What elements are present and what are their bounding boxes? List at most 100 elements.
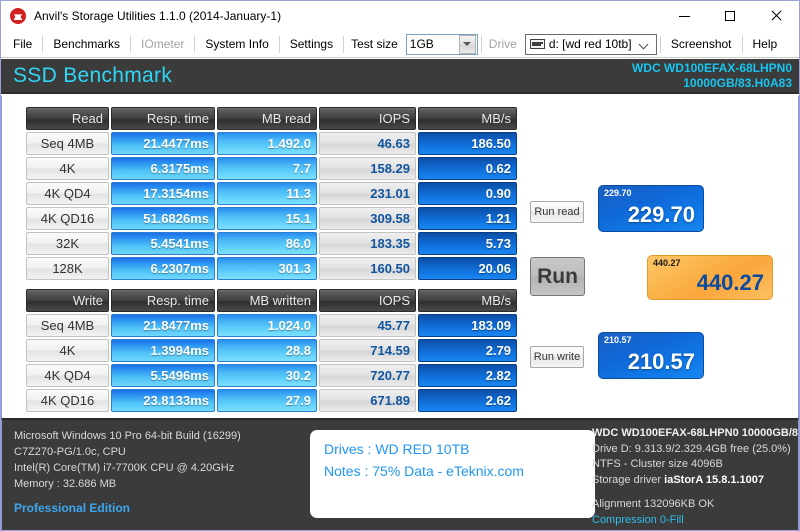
table-row: 4K QD4 17.3154ms 11.3 231.01 0.90 <box>26 182 517 205</box>
table-row: 32K 5.4541ms 86.0 183.35 5.73 <box>26 232 517 255</box>
cell-mbs: 20.06 <box>418 257 517 280</box>
drive-label: Drive <box>488 37 517 51</box>
row-label: Seq 4MB <box>26 314 109 337</box>
menu-divider <box>659 35 661 53</box>
system-cpu: Intel(R) Core(TM) i7-7700K CPU @ 4.20GHz <box>14 462 235 474</box>
drive-icon <box>529 39 545 49</box>
read-score-box: 229.70 229.70 <box>598 185 704 232</box>
anvil-storage-utilities-window: Anvil's Storage Utilities 1.1.0 (2014-Ja… <box>0 0 800 531</box>
cell-mbs: 2.62 <box>418 389 517 412</box>
read-header-iops: IOPS <box>319 107 416 130</box>
total-score-value: 440.27 <box>696 270 764 295</box>
menu-item-help[interactable]: Help <box>744 33 787 55</box>
cell-mb-read: 7.7 <box>217 157 317 180</box>
read-header-mb: MB read <box>217 107 317 130</box>
menu-item-file[interactable]: File <box>4 33 41 55</box>
cell-iops: 46.63 <box>319 132 416 155</box>
system-info-block: Microsoft Windows 10 Pro 64-bit Build (1… <box>14 428 304 516</box>
system-board: C7Z270-PG/1.0c, CPU <box>14 446 126 458</box>
write-header-mbs: MB/s <box>418 289 517 312</box>
test-size-dropdown-button[interactable] <box>458 34 476 54</box>
drive-compression: Compression 0-Fill <box>592 513 684 526</box>
menu-item-benchmarks[interactable]: Benchmarks <box>44 33 129 55</box>
cell-iops: 158.29 <box>319 157 416 180</box>
cell-iops: 714.59 <box>319 339 416 362</box>
total-score-box: 440.27 440.27 <box>647 255 773 300</box>
menu-item-iometer: IOmeter <box>141 37 185 51</box>
menu-item-settings[interactable]: Settings <box>281 33 342 55</box>
drive-alignment: Alignment 132096KB OK <box>592 498 715 510</box>
read-header-resp: Resp. time <box>111 107 215 130</box>
menu-divider <box>741 35 743 53</box>
cell-resp-time: 17.3154ms <box>111 182 215 205</box>
notes-text: Notes : 75% Data - eTeknix.com <box>324 463 524 479</box>
status-panel: Microsoft Windows 10 Pro 64-bit Build (1… <box>1 418 799 530</box>
drive-filesystem: NTFS - Cluster size 4096B <box>592 458 723 470</box>
cell-resp-time: 6.3175ms <box>111 157 215 180</box>
window-title: Anvil's Storage Utilities 1.1.0 (2014-Ja… <box>34 9 282 23</box>
cell-mb-written: 27.9 <box>217 389 317 412</box>
header-drive-capacity: 10000GB/83.H0A83 <box>683 76 792 90</box>
menu-item-screenshot[interactable]: Screenshot <box>662 33 741 55</box>
row-label: 128K <box>26 257 109 280</box>
run-read-button[interactable]: Run read <box>530 201 584 223</box>
benchmark-body: Read Resp. time MB read IOPS MB/s Seq 4M… <box>1 96 799 418</box>
cell-resp-time: 6.2307ms <box>111 257 215 280</box>
system-os: Microsoft Windows 10 Pro 64-bit Build (1… <box>14 430 241 442</box>
cell-resp-time: 5.5496ms <box>111 364 215 387</box>
table-row: 4K 1.3994ms 28.8 714.59 2.79 <box>26 339 517 362</box>
drive-select[interactable]: d: [wd red 10tb] <box>524 33 657 55</box>
edition-label: Professional Edition <box>14 501 131 515</box>
run-write-button[interactable]: Run write <box>530 346 584 368</box>
row-label: 4K QD4 <box>26 364 109 387</box>
benchmark-header: SSD Benchmark WDC WD100EFAX-68LHPN0 1000… <box>1 59 799 94</box>
test-size-value: 1GB <box>409 37 434 51</box>
maximize-button[interactable] <box>707 1 753 31</box>
table-row: 128K 6.2307ms 301.3 160.50 20.06 <box>26 257 517 280</box>
run-button[interactable]: Run <box>530 257 585 296</box>
notes-drives: Drives : WD RED 10TB <box>324 441 470 457</box>
table-row: 4K QD16 23.8133ms 27.9 671.89 2.62 <box>26 389 517 412</box>
cell-mb-written: 1.024.0 <box>217 314 317 337</box>
menu-item-system-info[interactable]: System Info <box>196 33 277 55</box>
menu-divider <box>42 35 44 53</box>
drive-info-block: WDC WD100EFAX-68LHPN0 10000GB/8 Drive D:… <box>592 426 800 530</box>
total-score-small-label: 440.27 <box>653 258 681 268</box>
read-results-table: Read Resp. time MB read IOPS MB/s Seq 4M… <box>24 105 519 282</box>
menu-bar: File Benchmarks IOmeter System Info Sett… <box>1 31 799 58</box>
close-button[interactable] <box>753 1 799 31</box>
cell-mb-read: 11.3 <box>217 182 317 205</box>
cell-iops: 183.35 <box>319 232 416 255</box>
read-score-small-label: 229.70 <box>604 188 632 198</box>
cell-mbs: 0.62 <box>418 157 517 180</box>
close-icon <box>770 10 782 22</box>
write-header-iops: IOPS <box>319 289 416 312</box>
cell-resp-time: 21.8477ms <box>111 314 215 337</box>
test-size-label: Test size <box>351 37 398 51</box>
drive-value: d: [wd red 10tb] <box>548 37 632 51</box>
cell-mbs: 5.73 <box>418 232 517 255</box>
menu-divider <box>480 35 482 53</box>
cell-mb-written: 30.2 <box>217 364 317 387</box>
cell-mbs: 2.79 <box>418 339 517 362</box>
minimize-button[interactable] <box>661 1 707 31</box>
menu-divider <box>194 35 196 53</box>
cell-resp-time: 51.6826ms <box>111 207 215 230</box>
write-header-mb: MB written <box>217 289 317 312</box>
title-bar: Anvil's Storage Utilities 1.1.0 (2014-Ja… <box>1 1 799 31</box>
table-row: Seq 4MB 21.8477ms 1.024.0 45.77 183.09 <box>26 314 517 337</box>
row-label: 4K QD16 <box>26 389 109 412</box>
cell-mbs: 1.21 <box>418 207 517 230</box>
cell-resp-time: 21.4477ms <box>111 132 215 155</box>
cell-mb-written: 28.8 <box>217 339 317 362</box>
drive-model: WDC WD100EFAX-68LHPN0 10000GB/8 <box>592 427 799 439</box>
write-score-box: 210.57 210.57 <box>598 332 704 379</box>
table-row: 4K QD16 51.6826ms 15.1 309.58 1.21 <box>26 207 517 230</box>
row-label: 4K QD16 <box>26 207 109 230</box>
test-size-select[interactable]: 1GB <box>405 33 478 55</box>
table-header-row: Write Resp. time MB written IOPS MB/s <box>26 289 517 312</box>
row-label: 4K <box>26 157 109 180</box>
menu-divider <box>343 35 345 53</box>
read-score-value: 229.70 <box>627 202 695 227</box>
cell-mb-read: 1.492.0 <box>217 132 317 155</box>
